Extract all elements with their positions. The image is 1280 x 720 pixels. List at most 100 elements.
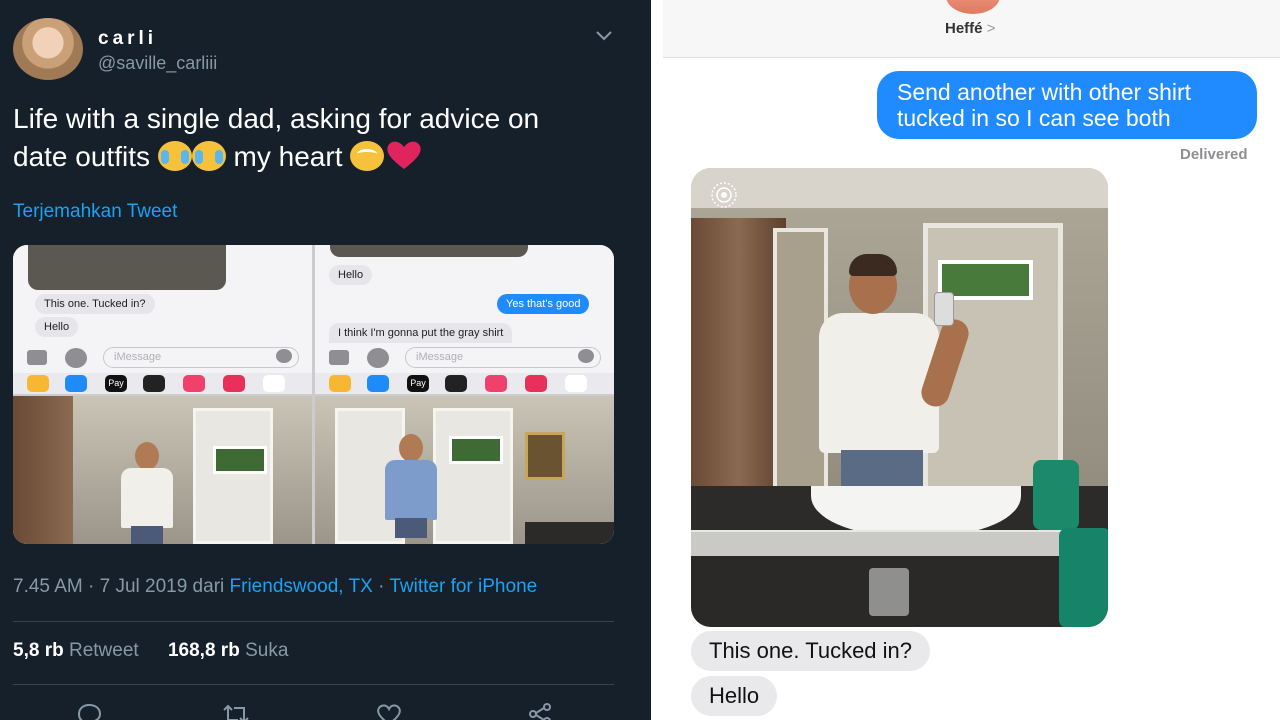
tweet-stats: 5,8 rb Retweet 168,8 rb Suka [13, 640, 288, 662]
red-heart-icon [387, 141, 421, 169]
mini-bubble: This one. Tucked in? [35, 294, 155, 314]
contact-avatar[interactable] [946, 0, 1000, 14]
mini-bubble: Yes that's good [497, 294, 590, 314]
search-app-icon [183, 375, 205, 392]
chevron-down-icon[interactable] [595, 28, 613, 42]
avatar[interactable] [13, 18, 83, 80]
separator-dot: · [378, 576, 385, 597]
person-shirt [819, 313, 939, 453]
photo-door [193, 408, 273, 544]
divider [13, 621, 614, 622]
photo-door [433, 408, 513, 544]
photo-mirror-frame [691, 530, 1108, 556]
person-head [135, 442, 159, 470]
media-thumb-1[interactable]: This one. Tucked in? Hello iMessage Pay [13, 245, 312, 394]
delivered-status: Delivered [1180, 146, 1248, 163]
photo-painting [525, 432, 565, 480]
retweet-stat[interactable]: 5,8 rb Retweet [13, 640, 139, 661]
crying-laughing-emoji-icon [191, 141, 226, 171]
person-shirt [385, 460, 437, 520]
chat-header: Heffé > [663, 0, 1280, 58]
tweet-text-line2b: my heart [233, 141, 343, 172]
sent-message-bubble[interactable]: Send another with other shirt tucked in … [877, 71, 1257, 139]
mini-input-bar: iMessage [315, 345, 614, 371]
display-name[interactable]: carli [98, 28, 157, 50]
person-legs [841, 450, 923, 490]
apple-pay-icon: Pay [105, 375, 127, 392]
photo-window [213, 446, 267, 474]
photo-faucet [869, 568, 909, 616]
mic-icon [578, 349, 594, 363]
tweet-timestamp: 7.45 AM · 7 Jul 2019 dari Friendswood, T… [13, 576, 537, 598]
live-photo-icon[interactable] [709, 180, 739, 210]
photo-bottle [1059, 528, 1108, 627]
chevron-right-icon: > [986, 20, 996, 37]
like-stat[interactable]: 168,8 rb Suka [168, 640, 288, 661]
eye-roll-emoji-icon [350, 141, 385, 171]
like-count: 168,8 rb [167, 640, 240, 661]
person-hair [849, 254, 897, 276]
photos-app-icon [27, 375, 49, 392]
person-legs [131, 526, 163, 544]
user-handle[interactable]: @saville_carliii [98, 53, 217, 74]
music-app-icon [565, 375, 587, 392]
retweet-label: Retweet [68, 640, 139, 661]
photo-counter [525, 522, 614, 544]
tweet-source-link[interactable]: Twitter for iPhone [389, 576, 537, 597]
media-thumb-4[interactable] [315, 396, 614, 544]
share-icon[interactable] [526, 702, 554, 720]
mini-input-bar: iMessage [13, 345, 312, 371]
retweet-count: 5,8 rb [13, 640, 64, 661]
tweet-card: carli @saville_carliii Life with a singl… [0, 0, 651, 720]
received-message-bubble[interactable]: This one. Tucked in? [691, 631, 931, 671]
heart-app-icon [525, 375, 547, 392]
sent-message-line1: Send another with other shirt [897, 79, 1192, 105]
camera-icon [329, 350, 349, 365]
contact-name-label: Heffé [945, 20, 983, 37]
tweet-location-link[interactable]: Friendswood, TX [230, 576, 373, 597]
activity-icon [445, 375, 467, 392]
mini-photo [28, 245, 226, 290]
heart-app-icon [223, 375, 245, 392]
photo-stone-wall [13, 396, 73, 544]
person-phone [934, 292, 954, 326]
photo-stone-wall [691, 218, 786, 528]
media-thumb-3[interactable] [13, 396, 312, 544]
mini-bubble: I think I'm gonna put the gray shirt [329, 323, 513, 343]
contact-name[interactable]: Heffé > [945, 20, 995, 37]
music-app-icon [263, 375, 285, 392]
retweet-icon[interactable] [222, 702, 250, 720]
mini-bubble: Hello [35, 317, 79, 337]
mini-bubble: Hello [329, 265, 373, 285]
imessage-screenshot: Heffé > Send another with other shirt tu… [663, 0, 1280, 720]
app-store-icon [367, 375, 389, 392]
person-legs [395, 518, 427, 538]
mini-app-drawer: Pay [315, 373, 614, 394]
activity-icon [143, 375, 165, 392]
mini-imessage-field: iMessage [103, 347, 299, 368]
tweet-media-grid[interactable]: This one. Tucked in? Hello iMessage Pay … [13, 245, 614, 544]
photo-message-bubble[interactable] [691, 168, 1108, 627]
search-app-icon [485, 375, 507, 392]
sent-message-line2: tucked in so I can see both [897, 105, 1171, 131]
tweet-text-line1: Life with a single dad, asking for advic… [13, 103, 540, 134]
crying-laughing-emoji-icon [157, 141, 192, 171]
translate-tweet-link[interactable]: Terjemahkan Tweet [13, 201, 177, 223]
photo-bottle [1033, 460, 1079, 530]
media-thumb-2[interactable]: Hello Yes that's good I think I'm gonna … [315, 245, 614, 394]
camera-icon [27, 350, 47, 365]
mini-app-drawer: Pay [13, 373, 312, 394]
photo-window [449, 436, 503, 464]
like-icon[interactable] [375, 702, 403, 720]
photo-person [117, 442, 177, 544]
mic-icon [276, 349, 292, 363]
reply-icon[interactable] [75, 702, 103, 720]
app-store-icon [367, 348, 389, 368]
photo-person [381, 434, 441, 538]
received-message-bubble[interactable]: Hello [691, 676, 778, 716]
tweet-text: Life with a single dad, asking for advic… [13, 100, 633, 176]
tweet-text-line2a: date outfits [13, 141, 150, 172]
person-shirt [121, 468, 173, 528]
person-head [399, 434, 423, 462]
mini-photo [330, 245, 528, 257]
